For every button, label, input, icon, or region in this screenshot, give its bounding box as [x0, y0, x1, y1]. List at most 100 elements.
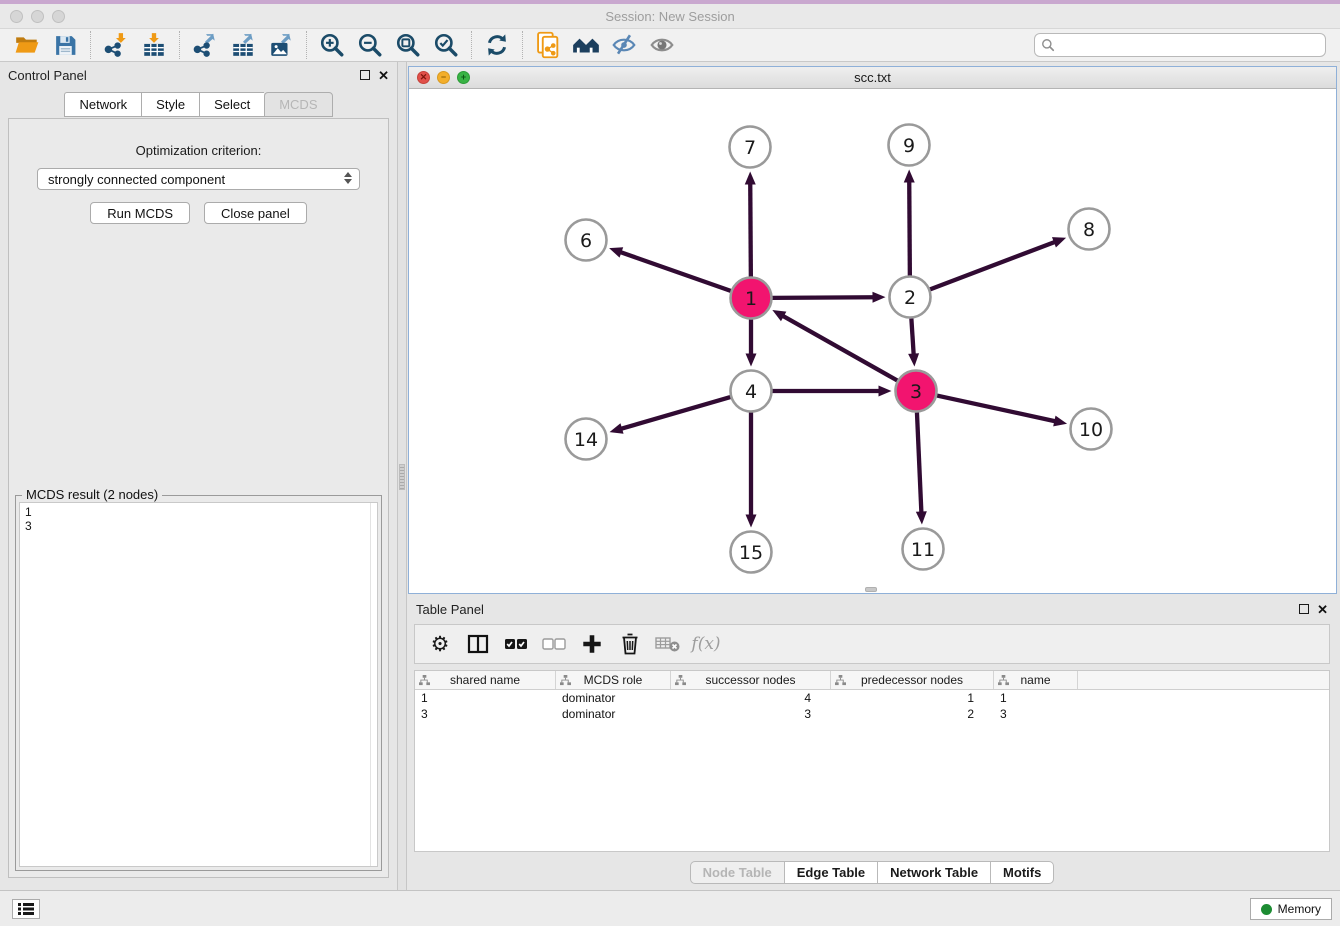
cell-successor-nodes[interactable]: 4 [671, 690, 831, 706]
cell-predecessor-nodes[interactable]: 1 [831, 690, 994, 706]
graph-edge-1-7[interactable] [750, 182, 751, 276]
graph-node-label-4: 4 [745, 381, 757, 403]
import-table-button[interactable] [135, 30, 173, 60]
network-window-titlebar[interactable]: scc.txt ✕ − + [409, 67, 1336, 89]
mcds-panel-body: Optimization criterion: strongly connect… [8, 118, 389, 878]
column-header-mcds-role[interactable]: MCDS role [556, 671, 671, 689]
column-hierarchy-icon [675, 675, 686, 686]
hide-panels-button[interactable] [605, 30, 643, 60]
graph-edge-2-8[interactable] [930, 242, 1056, 290]
table-panel: Table Panel ✕ ⚙ [408, 596, 1336, 890]
splitter-handle-icon[interactable] [399, 464, 405, 490]
export-table-button[interactable] [224, 30, 262, 60]
show-graphics-button[interactable] [643, 30, 681, 60]
graph-edge-arrow-icon [746, 354, 757, 367]
graph-edge-arrow-icon [610, 423, 624, 434]
column-hierarchy-icon [998, 675, 1009, 686]
network-maximize-button[interactable]: + [457, 71, 470, 84]
select-all-button[interactable] [501, 629, 531, 659]
memory-button[interactable]: Memory [1250, 898, 1332, 920]
zoom-in-button[interactable] [313, 30, 351, 60]
tab-mcds[interactable]: MCDS [264, 92, 332, 117]
delete-table-button[interactable] [653, 629, 683, 659]
cell-mcds-role[interactable]: dominator [556, 706, 671, 722]
tab-node-table[interactable]: Node Table [690, 861, 784, 884]
close-panel-button[interactable]: Close panel [204, 202, 307, 224]
table-row-2[interactable]: 3dominator323 [415, 706, 1329, 722]
tab-network[interactable]: Network [64, 92, 141, 117]
toolbar-separator [306, 31, 307, 59]
graph-edge-2-9[interactable] [909, 180, 910, 275]
graph-edge-3-10[interactable] [937, 396, 1056, 422]
apply-layout-button[interactable] [478, 30, 516, 60]
mcds-app-button[interactable] [529, 30, 567, 60]
tab-motifs[interactable]: Motifs [990, 861, 1054, 884]
eye-icon [648, 32, 676, 58]
export-network-button[interactable] [186, 30, 224, 60]
graph-edge-4-14[interactable] [620, 397, 730, 429]
column-header-predecessor-nodes[interactable]: predecessor nodes [831, 671, 994, 689]
export-image-button[interactable] [262, 30, 300, 60]
search-field-wrap [1034, 33, 1326, 57]
window-titlebar[interactable]: Session: New Session [0, 4, 1340, 28]
tab-style[interactable]: Style [141, 92, 199, 117]
delete-column-button[interactable] [615, 629, 645, 659]
zoom-out-button[interactable] [351, 30, 389, 60]
cell-shared-name[interactable]: 1 [415, 690, 556, 706]
cell-successor-nodes[interactable]: 3 [671, 706, 831, 722]
network-canvas[interactable]: 7968124314101511 [409, 89, 1336, 593]
graph-node-label-2: 2 [904, 287, 916, 309]
open-session-button[interactable] [8, 30, 46, 60]
cell-mcds-role[interactable]: dominator [556, 690, 671, 706]
unselect-all-button[interactable] [539, 629, 569, 659]
network-graph[interactable]: 7968124314101511 [409, 89, 1336, 593]
close-panel-icon[interactable]: ✕ [378, 69, 389, 82]
float-panel-icon[interactable] [360, 70, 370, 80]
network-close-button[interactable]: ✕ [417, 71, 430, 84]
main-toolbar [0, 28, 1340, 62]
cell-predecessor-nodes[interactable]: 2 [831, 706, 994, 722]
save-session-button[interactable] [46, 30, 84, 60]
search-input[interactable] [1034, 33, 1326, 57]
cell-shared-name[interactable]: 3 [415, 706, 556, 722]
cell-name[interactable]: 3 [994, 706, 1078, 722]
close-window-button[interactable] [10, 10, 23, 23]
task-history-button[interactable] [12, 899, 40, 919]
add-column-button[interactable] [577, 629, 607, 659]
graph-edge-3-1[interactable] [782, 315, 897, 380]
table-settings-button[interactable]: ⚙ [425, 629, 455, 659]
graph-edge-arrow-icon [872, 292, 885, 303]
column-header-shared-name[interactable]: shared name [415, 671, 556, 689]
columns-icon [467, 633, 489, 655]
graph-edge-3-11[interactable] [917, 412, 921, 513]
tab-edge-table[interactable]: Edge Table [784, 861, 877, 884]
tab-select[interactable]: Select [199, 92, 264, 117]
search-icon [1041, 38, 1055, 52]
minimize-window-button[interactable] [31, 10, 44, 23]
show-all-networks-button[interactable] [567, 30, 605, 60]
network-minimize-button[interactable]: − [437, 71, 450, 84]
network-hscrollbar-thumb[interactable] [865, 587, 877, 592]
graph-edge-1-2[interactable] [772, 297, 874, 298]
zoom-selected-button[interactable] [427, 30, 465, 60]
zoom-fit-button[interactable] [389, 30, 427, 60]
maximize-window-button[interactable] [52, 10, 65, 23]
import-network-button[interactable] [97, 30, 135, 60]
optimization-criterion-select[interactable]: strongly connected component [37, 168, 360, 190]
graph-edge-arrow-icon [916, 511, 927, 524]
float-table-panel-icon[interactable] [1299, 604, 1309, 614]
graph-edge-1-6[interactable] [619, 252, 730, 291]
mcds-result-text[interactable]: 1 3 [19, 502, 378, 867]
control-panel-title: Control Panel [8, 68, 87, 83]
run-mcds-button[interactable]: Run MCDS [90, 202, 190, 224]
show-columns-button[interactable] [463, 629, 493, 659]
tab-network-table[interactable]: Network Table [877, 861, 990, 884]
close-table-panel-icon[interactable]: ✕ [1317, 603, 1328, 616]
panel-splitter[interactable] [397, 62, 407, 890]
function-builder-button[interactable]: f(x) [691, 629, 721, 659]
graph-edge-2-3[interactable] [911, 318, 913, 355]
table-row-1[interactable]: 1dominator411 [415, 690, 1329, 706]
column-header-successor-nodes[interactable]: successor nodes [671, 671, 831, 689]
cell-name[interactable]: 1 [994, 690, 1078, 706]
column-header-name[interactable]: name [994, 671, 1078, 689]
